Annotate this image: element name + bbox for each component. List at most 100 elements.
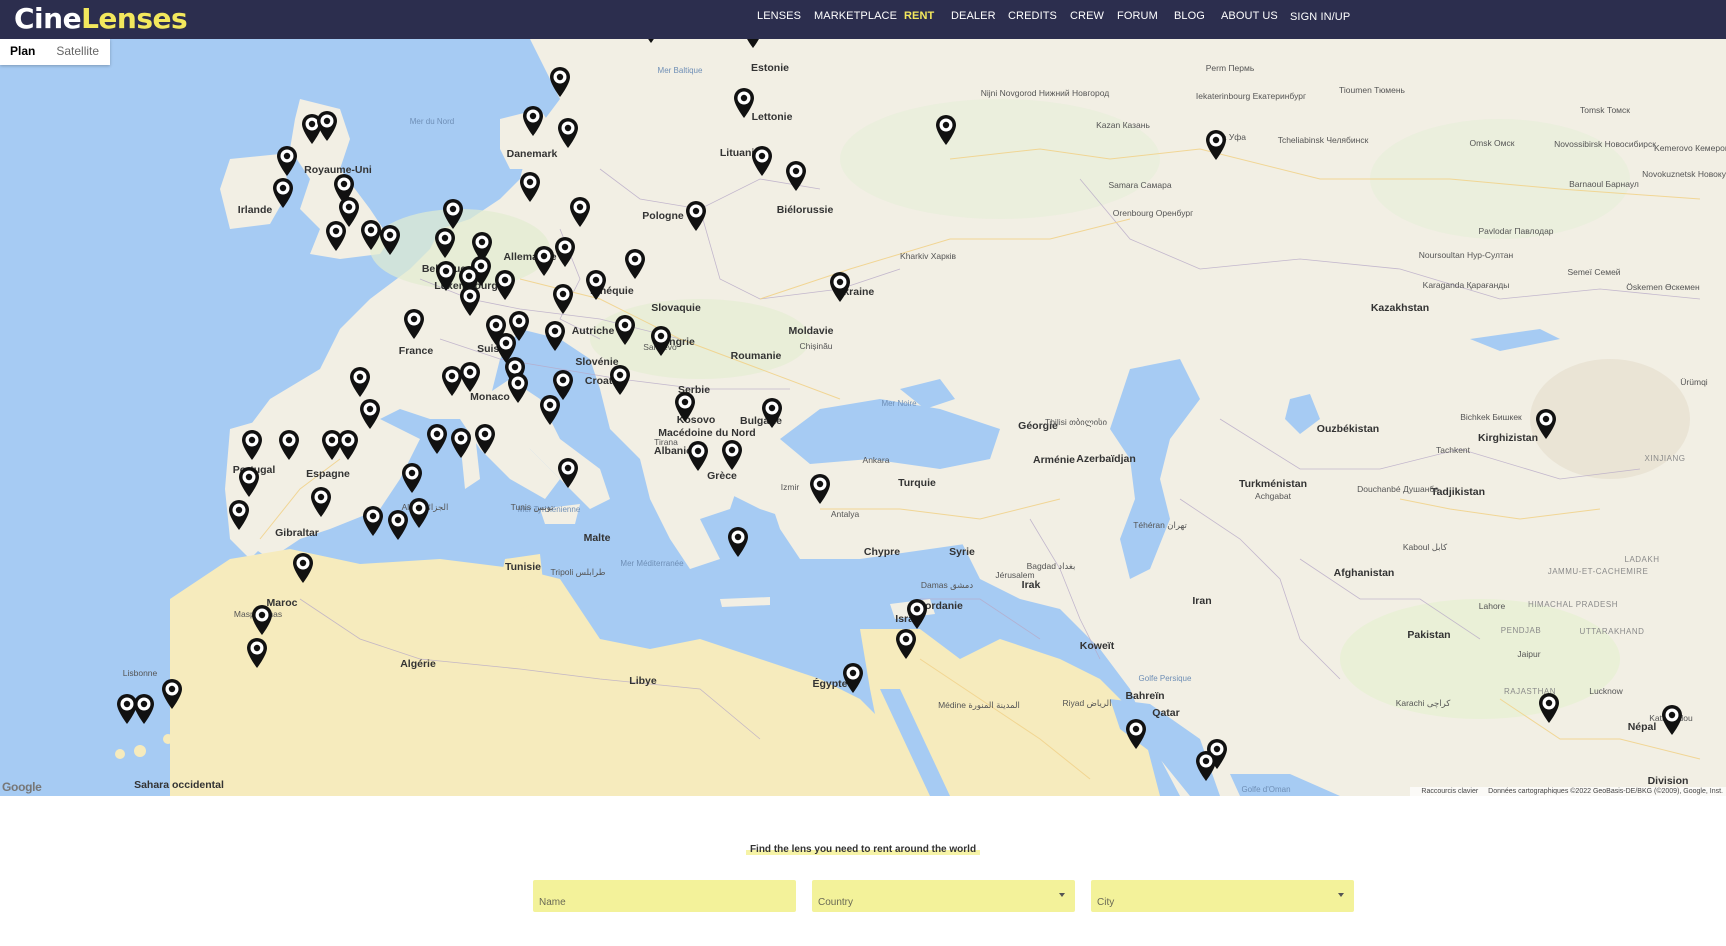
lens-marker[interactable] — [742, 39, 764, 49]
lens-marker[interactable] — [895, 628, 917, 660]
lens-marker[interactable] — [133, 693, 155, 725]
lens-marker[interactable] — [292, 552, 314, 584]
lens-marker[interactable] — [557, 457, 579, 489]
lens-marker[interactable] — [474, 423, 496, 455]
lens-marker[interactable] — [228, 499, 250, 531]
nav-link-credits[interactable]: CREDITS — [1008, 9, 1057, 23]
country-input[interactable] — [812, 880, 1075, 912]
lens-marker[interactable] — [842, 662, 864, 694]
lens-marker[interactable] — [544, 320, 566, 352]
lens-marker[interactable] — [276, 145, 298, 177]
lens-marker[interactable] — [650, 325, 672, 357]
lens-marker[interactable] — [507, 372, 529, 404]
lens-marker[interactable] — [494, 269, 516, 301]
lens-marker[interactable] — [379, 224, 401, 256]
name-input[interactable] — [533, 880, 796, 912]
nav-link-forum[interactable]: FORUM — [1117, 9, 1158, 23]
lens-marker[interactable] — [761, 397, 783, 429]
lens-marker[interactable] — [238, 466, 260, 498]
lens-marker[interactable] — [325, 220, 347, 252]
lens-marker[interactable] — [687, 440, 709, 472]
nav-link-lenses[interactable]: LENSES — [757, 9, 801, 23]
lens-marker[interactable] — [316, 110, 338, 142]
lens-marker[interactable] — [272, 177, 294, 209]
lens-marker[interactable] — [557, 117, 579, 149]
lens-marker[interactable] — [685, 200, 707, 232]
lens-marker[interactable] — [549, 66, 571, 98]
lens-marker[interactable] — [459, 285, 481, 317]
lens-marker[interactable] — [554, 236, 576, 268]
name-field[interactable] — [533, 880, 796, 912]
map-label-malte: Malte — [583, 532, 611, 544]
lens-marker[interactable] — [569, 196, 591, 228]
lens-marker[interactable] — [349, 366, 371, 398]
lens-marker[interactable] — [161, 678, 183, 710]
lens-marker[interactable] — [434, 227, 456, 259]
nav-link-crew[interactable]: CREW — [1070, 9, 1104, 23]
lens-marker[interactable] — [1125, 718, 1147, 750]
lens-marker[interactable] — [785, 160, 807, 192]
lens-marker[interactable] — [278, 429, 300, 461]
nav-link-sign-in-up[interactable]: SIGN IN/UP — [1290, 10, 1350, 24]
map-label-kirghizistan: Kirghizistan — [1477, 432, 1539, 444]
map-type-satellite-button[interactable]: Satellite — [46, 39, 110, 65]
lens-marker[interactable] — [387, 509, 409, 541]
map-label-jaipur: Jaipur — [1517, 649, 1541, 659]
main-nav: LENSES MARKETPLACE RENT DEALER CREDITS C… — [0, 0, 1726, 39]
nav-link-dealer[interactable]: DEALER — [951, 9, 996, 23]
lens-marker[interactable] — [337, 429, 359, 461]
lens-marker[interactable] — [1538, 692, 1560, 724]
nav-link-marketplace[interactable]: MARKETPLACE — [814, 9, 897, 23]
lens-marker[interactable] — [426, 423, 448, 455]
map-label-danemark: Danemark — [506, 148, 558, 160]
lens-marker[interactable] — [614, 314, 636, 346]
lens-marker[interactable] — [721, 439, 743, 471]
city-select[interactable] — [1091, 880, 1354, 912]
lens-marker[interactable] — [359, 398, 381, 430]
lens-marker[interactable] — [906, 598, 928, 630]
lens-marker[interactable] — [751, 145, 773, 177]
lens-marker[interactable] — [362, 505, 384, 537]
lens-marker[interactable] — [674, 391, 696, 423]
lens-marker[interactable] — [1535, 408, 1557, 440]
lens-marker[interactable] — [519, 171, 541, 203]
map-label-barnaoul: Barnaoul Барнаул — [1569, 179, 1639, 189]
lens-marker[interactable] — [609, 364, 631, 396]
lens-marker[interactable] — [1205, 129, 1227, 161]
lens-marker[interactable] — [533, 245, 555, 277]
lens-marker[interactable] — [1661, 704, 1683, 736]
city-input[interactable] — [1091, 880, 1354, 912]
rental-locations-map[interactable]: Estonie Lettonie Lituanie Danemark Royau… — [0, 39, 1726, 796]
country-select[interactable] — [812, 880, 1075, 912]
lens-marker[interactable] — [450, 427, 472, 459]
lens-marker[interactable] — [1195, 750, 1217, 782]
lens-marker[interactable] — [522, 105, 544, 137]
nav-link-about-us[interactable]: ABOUT US — [1221, 9, 1278, 23]
lens-marker[interactable] — [246, 637, 268, 669]
lens-marker[interactable] — [809, 473, 831, 505]
lens-marker[interactable] — [408, 497, 430, 529]
map-label-iran: Iran — [1192, 595, 1212, 607]
keyboard-shortcuts-link[interactable]: Raccourcis clavier — [1421, 788, 1478, 795]
lens-marker[interactable] — [624, 248, 646, 280]
map-label-nijni-novgorod: Nijni Novgorod Нижний Новгород — [980, 88, 1110, 98]
lens-marker[interactable] — [435, 260, 457, 292]
lens-marker[interactable] — [251, 604, 273, 636]
lens-marker[interactable] — [935, 114, 957, 146]
lens-marker[interactable] — [403, 308, 425, 340]
lens-marker[interactable] — [733, 87, 755, 119]
lens-marker[interactable] — [640, 39, 662, 44]
lens-marker[interactable] — [552, 283, 574, 315]
lens-marker[interactable] — [585, 269, 607, 301]
lens-marker[interactable] — [539, 394, 561, 426]
lens-marker[interactable] — [459, 361, 481, 393]
lens-marker[interactable] — [829, 271, 851, 303]
lens-marker[interactable] — [727, 526, 749, 558]
nav-link-rent[interactable]: RENT — [904, 9, 934, 23]
lens-marker[interactable] — [442, 198, 464, 230]
lens-marker[interactable] — [241, 429, 263, 461]
lens-marker[interactable] — [310, 486, 332, 518]
lens-marker[interactable] — [401, 462, 423, 494]
map-type-plan-button[interactable]: Plan — [0, 39, 46, 65]
nav-link-blog[interactable]: BLOG — [1174, 9, 1205, 23]
